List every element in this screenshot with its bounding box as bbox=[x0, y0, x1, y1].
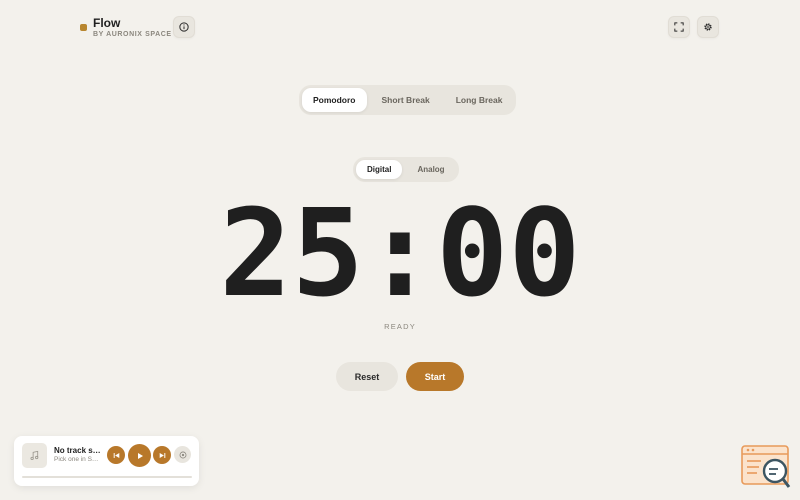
corner-widget[interactable] bbox=[741, 445, 791, 489]
tab-long-break[interactable]: Long Break bbox=[445, 88, 514, 112]
reset-button[interactable]: Reset bbox=[336, 362, 398, 391]
skip-back-icon bbox=[113, 452, 119, 458]
album-art bbox=[22, 443, 47, 468]
info-icon bbox=[179, 22, 189, 32]
track-progress-bar[interactable] bbox=[22, 476, 192, 478]
gear-icon bbox=[704, 23, 712, 31]
brand-logo-icon bbox=[80, 24, 87, 31]
tab-analog[interactable]: Analog bbox=[406, 160, 455, 179]
expand-icon bbox=[674, 22, 684, 32]
brand: Flow BY AURONIX SPACE bbox=[80, 16, 172, 39]
info-button[interactable] bbox=[173, 16, 195, 38]
next-track-button[interactable] bbox=[153, 446, 171, 464]
fullscreen-button[interactable] bbox=[668, 16, 690, 38]
app-subtitle: BY AURONIX SPACE bbox=[93, 31, 172, 38]
skip-forward-icon bbox=[159, 452, 165, 458]
music-player: No track s… Pick one in S… bbox=[14, 436, 199, 486]
settings-button[interactable] bbox=[697, 16, 719, 38]
view-tabs: Digital Analog bbox=[353, 157, 459, 182]
play-button[interactable] bbox=[128, 444, 151, 467]
source-button[interactable] bbox=[174, 446, 191, 463]
start-button[interactable]: Start bbox=[406, 362, 464, 391]
music-note-icon bbox=[30, 450, 39, 461]
timer-status: READY bbox=[384, 322, 416, 331]
tab-digital[interactable]: Digital bbox=[356, 160, 403, 179]
source-icon bbox=[179, 451, 186, 458]
tab-short-break[interactable]: Short Break bbox=[371, 88, 441, 112]
mode-tabs: Pomodoro Short Break Long Break bbox=[299, 85, 517, 115]
app-title: Flow bbox=[93, 16, 121, 30]
track-hint: Pick one in S… bbox=[54, 456, 99, 463]
timer-display: 25:00 bbox=[219, 185, 581, 324]
tab-pomodoro[interactable]: Pomodoro bbox=[302, 88, 367, 112]
play-icon bbox=[137, 452, 143, 459]
previous-track-button[interactable] bbox=[107, 446, 125, 464]
browser-search-icon bbox=[741, 445, 791, 488]
track-name: No track s… bbox=[54, 446, 101, 455]
